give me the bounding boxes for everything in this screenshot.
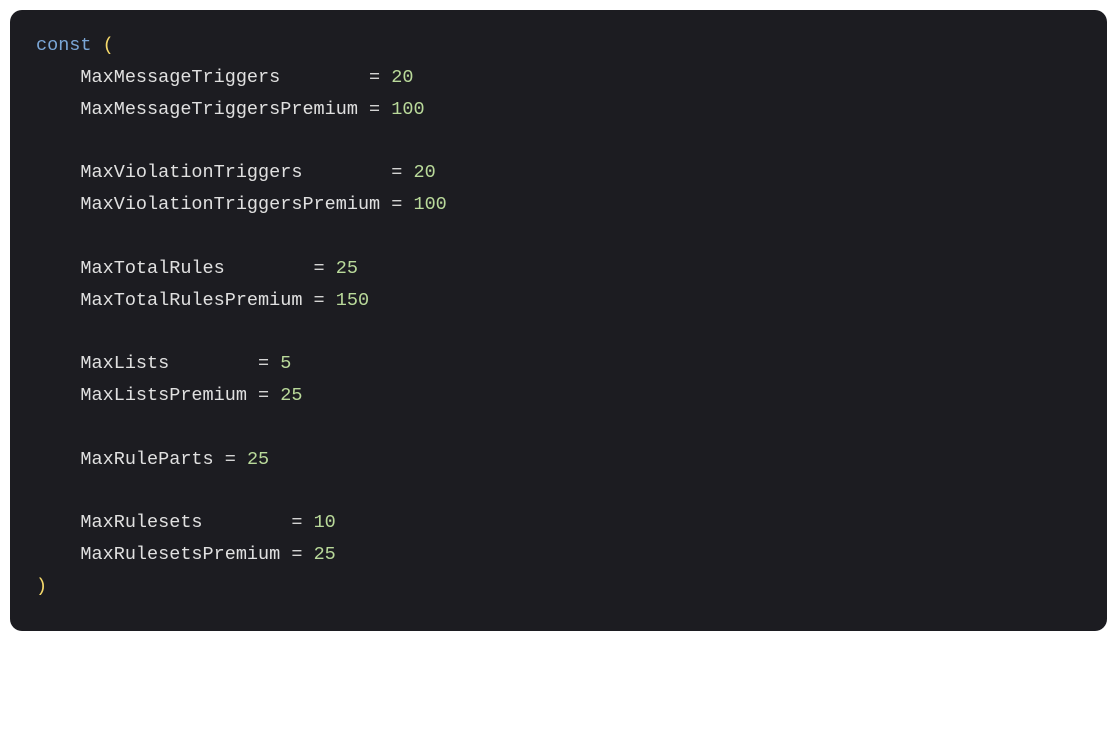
paren-open: ( <box>103 35 114 56</box>
code-line: const ( <box>36 30 1081 62</box>
equals-op: = <box>314 258 325 279</box>
code-line: MaxMessageTriggers = 20 <box>36 62 1081 94</box>
equals-op: = <box>258 385 269 406</box>
identifier: MaxMessageTriggers <box>80 67 280 88</box>
code-line: MaxRuleParts = 25 <box>36 444 1081 476</box>
identifier: MaxTotalRules <box>80 258 224 279</box>
number-literal: 10 <box>314 512 336 533</box>
identifier: MaxViolationTriggersPremium <box>80 194 380 215</box>
code-line <box>36 412 1081 444</box>
number-literal: 20 <box>391 67 413 88</box>
code-line: MaxLists = 5 <box>36 348 1081 380</box>
number-literal: 100 <box>391 99 424 120</box>
equals-op: = <box>391 194 402 215</box>
code-line: ) <box>36 571 1081 603</box>
equals-op: = <box>291 544 302 565</box>
code-line: MaxViolationTriggersPremium = 100 <box>36 189 1081 221</box>
equals-op: = <box>391 162 402 183</box>
identifier: MaxLists <box>80 353 169 374</box>
number-literal: 5 <box>280 353 291 374</box>
code-line: MaxRulesets = 10 <box>36 507 1081 539</box>
equals-op: = <box>291 512 302 533</box>
identifier: MaxMessageTriggersPremium <box>80 99 358 120</box>
number-literal: 150 <box>336 290 369 311</box>
identifier: MaxRulesets <box>80 512 202 533</box>
identifier: MaxTotalRulesPremium <box>80 290 302 311</box>
number-literal: 100 <box>413 194 446 215</box>
identifier: MaxRuleParts <box>80 449 213 470</box>
paren-close: ) <box>36 576 47 597</box>
number-literal: 25 <box>314 544 336 565</box>
code-line <box>36 475 1081 507</box>
code-line: MaxListsPremium = 25 <box>36 380 1081 412</box>
equals-op: = <box>258 353 269 374</box>
identifier: MaxListsPremium <box>80 385 247 406</box>
equals-op: = <box>314 290 325 311</box>
equals-op: = <box>369 99 380 120</box>
equals-op: = <box>369 67 380 88</box>
number-literal: 25 <box>280 385 302 406</box>
code-line <box>36 316 1081 348</box>
code-line: MaxTotalRules = 25 <box>36 253 1081 285</box>
number-literal: 25 <box>247 449 269 470</box>
code-line <box>36 125 1081 157</box>
equals-op: = <box>225 449 236 470</box>
code-line: MaxTotalRulesPremium = 150 <box>36 285 1081 317</box>
code-line: MaxRulesetsPremium = 25 <box>36 539 1081 571</box>
code-line: MaxMessageTriggersPremium = 100 <box>36 94 1081 126</box>
number-literal: 25 <box>336 258 358 279</box>
code-block: const (MaxMessageTriggers = 20MaxMessage… <box>10 10 1107 631</box>
identifier: MaxRulesetsPremium <box>80 544 280 565</box>
keyword-const: const <box>36 35 92 56</box>
code-line <box>36 221 1081 253</box>
number-literal: 20 <box>413 162 435 183</box>
code-line: MaxViolationTriggers = 20 <box>36 157 1081 189</box>
identifier: MaxViolationTriggers <box>80 162 302 183</box>
